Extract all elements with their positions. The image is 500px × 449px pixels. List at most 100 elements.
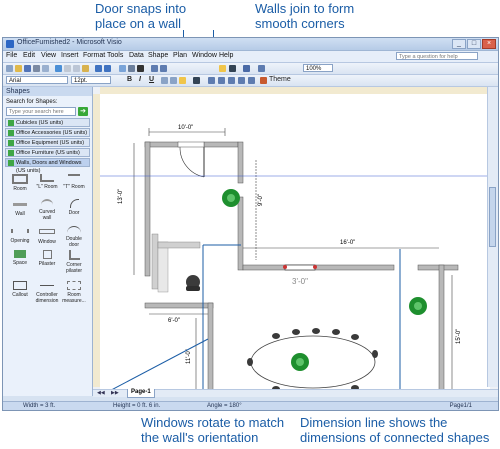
shape-l-room[interactable]: "L" Room [34, 174, 60, 190]
menu-insert[interactable]: Insert [61, 52, 79, 59]
align-left-icon[interactable] [161, 77, 168, 84]
shape-room-measure[interactable]: Room measure... [61, 281, 87, 304]
shape-controller-dimension[interactable]: Controller dimension [34, 281, 60, 304]
spelling-icon[interactable] [55, 65, 62, 72]
line-ends-icon[interactable] [228, 77, 235, 84]
menu-format[interactable]: Format [83, 52, 105, 59]
align-center-icon[interactable] [170, 77, 177, 84]
corner-rounding-icon[interactable] [248, 77, 255, 84]
new-icon[interactable] [6, 65, 13, 72]
chair-icon[interactable] [247, 358, 253, 366]
desk[interactable] [157, 241, 169, 293]
wall[interactable] [203, 141, 239, 148]
menu-file[interactable]: File [6, 52, 17, 59]
copy-icon[interactable] [73, 65, 80, 72]
print-icon[interactable] [33, 65, 40, 72]
chair-icon[interactable] [312, 328, 320, 334]
conference-table[interactable] [250, 335, 376, 389]
wall[interactable] [417, 264, 459, 271]
redo-icon[interactable] [104, 65, 111, 72]
shape-double-door[interactable]: Double door [61, 226, 87, 248]
close-button[interactable]: × [482, 39, 496, 49]
selection-handle[interactable] [283, 265, 287, 269]
menu-view[interactable]: View [41, 52, 56, 59]
wall[interactable] [144, 141, 151, 277]
chair-icon[interactable] [351, 334, 359, 340]
next-page-icon[interactable]: ▶▶ [111, 390, 119, 396]
shape-window[interactable]: Window [34, 226, 60, 245]
chair-icon[interactable] [272, 333, 280, 339]
shape-tool-icon[interactable] [258, 65, 265, 72]
connector-highlight-icon[interactable] [219, 65, 226, 72]
search-shapes-input[interactable]: Type your search here [6, 107, 76, 116]
text-format-icon[interactable] [229, 65, 236, 72]
shape-room[interactable]: Room [7, 174, 33, 192]
menu-help[interactable]: Help [219, 52, 233, 59]
first-page-icon[interactable]: ◀◀ [97, 390, 105, 396]
scroll-thumb[interactable] [489, 187, 496, 247]
zoom-combo[interactable]: 100% [303, 64, 333, 72]
shape-corner-pilaster[interactable]: Corner pilaster [61, 250, 87, 274]
wall[interactable] [242, 264, 395, 271]
stencil-office-furniture[interactable]: Office Furniture (US units) [5, 148, 90, 157]
font-size-combo[interactable]: 12pt. [71, 76, 111, 84]
open-icon[interactable] [15, 65, 22, 72]
shape-curved-wall[interactable]: Curved wall [34, 199, 60, 221]
text-tool-icon[interactable] [137, 65, 144, 72]
italic-button[interactable]: I [139, 76, 141, 83]
preview-icon[interactable] [42, 65, 49, 72]
menu-tools[interactable]: Tools [107, 52, 123, 59]
tab-page-1[interactable]: Page-1 [127, 389, 155, 398]
cut-icon[interactable] [64, 65, 71, 72]
minimize-button[interactable]: _ [452, 39, 466, 49]
chair-icon[interactable] [292, 329, 300, 335]
menu-window[interactable]: Window [192, 52, 217, 59]
chair-icon[interactable] [332, 329, 340, 335]
chair-icon[interactable] [372, 350, 378, 358]
selection-handle[interactable] [313, 265, 317, 269]
drawing-page[interactable]: 10'-0" 13'-0" 9'-0" 16'-0" 3'-0" 6'-0" 1… [100, 94, 490, 396]
paste-icon[interactable] [82, 65, 89, 72]
vertical-scrollbar[interactable] [487, 87, 498, 387]
wall[interactable] [237, 141, 244, 184]
help-search-input[interactable]: Type a question for help [396, 52, 478, 60]
bold-button[interactable]: B [127, 76, 132, 83]
shape-wall[interactable]: Wall [7, 199, 33, 217]
menu-data[interactable]: Data [129, 52, 144, 59]
shape-callout[interactable]: Callout [7, 281, 33, 298]
fill-icon[interactable] [160, 65, 167, 72]
shape-space[interactable]: Space [7, 250, 33, 266]
menu-shape[interactable]: Shape [148, 52, 168, 59]
wall[interactable] [237, 196, 244, 271]
shape-pilaster[interactable]: Pilaster [34, 250, 60, 267]
pointer-tool-icon[interactable] [119, 65, 126, 72]
save-icon[interactable] [24, 65, 31, 72]
menu-edit[interactable]: Edit [23, 52, 35, 59]
font-color-icon[interactable] [193, 77, 200, 84]
menu-plan[interactable]: Plan [173, 52, 187, 59]
desk-return[interactable] [157, 241, 201, 249]
shadow-color-icon[interactable] [238, 77, 245, 84]
search-go-button[interactable]: ➔ [78, 107, 88, 116]
theme-icon[interactable] [260, 77, 267, 84]
stencil-walls-doors-windows[interactable]: Walls, Doors and Windows (US units) [5, 158, 90, 174]
align-right-icon[interactable] [179, 77, 186, 84]
window-shape[interactable] [284, 264, 316, 271]
shape-door[interactable]: Door [61, 199, 87, 216]
line-icon[interactable] [151, 65, 158, 72]
shape-t-room[interactable]: "T" Room [61, 174, 87, 190]
undo-icon[interactable] [95, 65, 102, 72]
shape-opening[interactable]: Opening [7, 226, 33, 244]
stencil-cubicles[interactable]: Cubicles (US units) [5, 118, 90, 127]
connector-tool-icon[interactable] [128, 65, 135, 72]
theme-button[interactable]: Theme [269, 76, 291, 83]
underline-button[interactable]: U [149, 76, 154, 83]
wall[interactable] [438, 264, 445, 396]
stencil-office-equipment[interactable]: Office Equipment (US units) [5, 138, 90, 147]
line-style-icon[interactable] [243, 65, 250, 72]
line-pattern-icon[interactable] [218, 77, 225, 84]
stencil-office-accessories[interactable]: Office Accessories (US units) [5, 128, 90, 137]
wall[interactable] [207, 302, 214, 396]
maximize-button[interactable]: □ [467, 39, 481, 49]
line-weight-icon[interactable] [208, 77, 215, 84]
